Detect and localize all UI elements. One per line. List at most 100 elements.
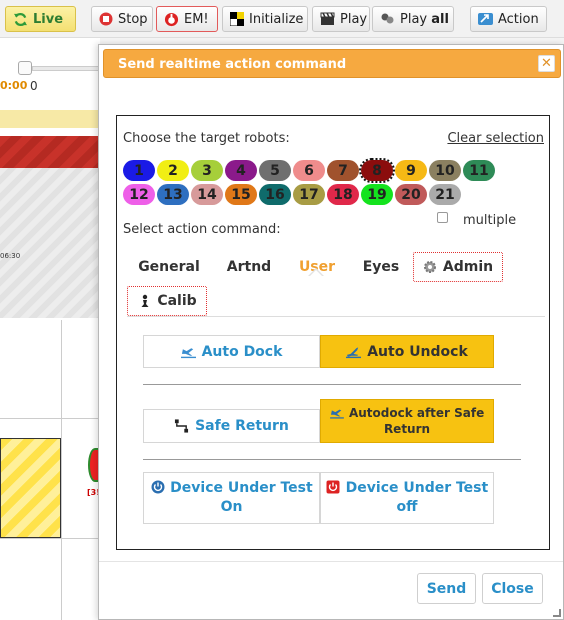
gear-icon [423, 260, 438, 275]
device-under-test-off-button[interactable]: Device Under Test off [320, 472, 494, 524]
robot-chip-16[interactable]: 16 [259, 184, 291, 205]
slider-track[interactable] [32, 66, 100, 71]
grid-line [0, 418, 100, 419]
airplane-takeoff-icon [346, 344, 362, 359]
robot-chip-2[interactable]: 2 [157, 160, 189, 181]
robot-chip-18[interactable]: 18 [327, 184, 359, 205]
multiple-checkbox[interactable] [437, 212, 448, 223]
autodock-after-safe-return-label: Autodock after Safe Return [321, 405, 493, 437]
tab-user[interactable]: User [289, 252, 345, 282]
robot-chip-5[interactable]: 5 [259, 160, 291, 181]
grid-line [61, 320, 62, 620]
top-toolbar: Live Stop EM! Initialize Play Play all A… [0, 0, 564, 38]
robot-chip-4[interactable]: 4 [225, 160, 257, 181]
dialog-title: Send realtime action command [118, 57, 347, 72]
robot-chip-15[interactable]: 15 [225, 184, 257, 205]
close-label: Close [491, 580, 534, 597]
robot-chip-17[interactable]: 17 [293, 184, 325, 205]
airplane-landing-icon [330, 405, 345, 420]
send-button[interactable]: Send [417, 573, 476, 604]
footer-divider [99, 561, 563, 562]
airplane-landing-icon [180, 344, 196, 359]
device-under-test-off-label: Device Under Test off [326, 479, 488, 517]
robot-chip-13[interactable]: 13 [157, 184, 189, 205]
select-command-label: Select action command: [123, 222, 281, 237]
play-button[interactable]: Play [312, 6, 370, 32]
robot-chip-3[interactable]: 3 [191, 160, 223, 181]
counter-readout: 0 [30, 79, 38, 93]
robot-chip-10[interactable]: 10 [429, 160, 461, 181]
tab-artnd[interactable]: Artnd [217, 252, 281, 282]
tab-eyes[interactable]: Eyes [353, 252, 409, 282]
slider-handle[interactable] [18, 61, 32, 75]
path-return-icon [174, 419, 189, 434]
robot-chip-20[interactable]: 20 [395, 184, 427, 205]
tab-general-label: General [138, 259, 200, 275]
section-divider [143, 384, 521, 385]
em-label: EM! [184, 11, 209, 27]
robot-chip-19[interactable]: 19 [361, 184, 393, 205]
close-icon[interactable]: ✕ [538, 55, 555, 72]
chess-pawn-icon [137, 294, 152, 309]
close-button[interactable]: Close [482, 573, 543, 604]
section-divider [143, 459, 521, 460]
active-tab-indicator [310, 270, 322, 276]
initialize-button[interactable]: Initialize [222, 6, 308, 32]
device-under-test-on-button[interactable]: Device Under Test On [143, 472, 320, 524]
robot-chip-6[interactable]: 6 [293, 160, 325, 181]
action-button[interactable]: Action [470, 6, 547, 32]
time-readout: 0:00 [0, 79, 28, 92]
send-action-icon [478, 12, 493, 27]
clapperboard-icon [320, 12, 335, 27]
emergency-button[interactable]: EM! [156, 6, 218, 32]
stop-icon [99, 12, 113, 27]
tab-general[interactable]: General [133, 252, 205, 282]
schedule-time: 06:30 [0, 252, 21, 260]
safe-return-button[interactable]: Safe Return [143, 409, 320, 443]
robot-chip-21[interactable]: 21 [429, 184, 461, 205]
play-label: Play [340, 11, 368, 27]
send-action-dialog: Send realtime action command ✕ Choose th… [98, 44, 564, 620]
grid-line [0, 538, 100, 539]
initialize-label: Initialize [249, 11, 304, 27]
play-all-button[interactable]: Play all [372, 6, 454, 32]
clear-selection-link[interactable]: Clear selection [447, 131, 544, 146]
multiple-label: multiple [463, 213, 517, 228]
auto-undock-label: Auto Undock [367, 343, 468, 360]
robot-chip-11[interactable]: 11 [463, 160, 495, 181]
tab-admin[interactable]: Admin [413, 252, 503, 282]
robot-chip-7[interactable]: 7 [327, 160, 359, 181]
robot-chip-14[interactable]: 14 [191, 184, 223, 205]
command-panel: Choose the target robots: Clear selectio… [116, 115, 550, 550]
tab-artnd-label: Artnd [226, 259, 272, 275]
auto-dock-button[interactable]: Auto Dock [143, 335, 320, 368]
robot-chip-8[interactable]: 8 [359, 158, 395, 183]
timeline-slider[interactable]: 0:00 0 [0, 46, 100, 96]
resize-handle[interactable] [553, 609, 561, 617]
zone-cell[interactable] [0, 438, 61, 538]
checkered-flag-icon [230, 12, 244, 27]
dialog-header: Send realtime action command ✕ [103, 49, 561, 78]
timeline-band [0, 110, 100, 128]
send-label: Send [426, 580, 467, 597]
tab-divider [127, 316, 545, 317]
live-button[interactable]: Live [5, 6, 76, 32]
autodock-after-safe-return-button[interactable]: Autodock after Safe Return [320, 399, 494, 443]
schedule-area [0, 168, 100, 318]
power-on-icon [150, 480, 165, 495]
robot-chip-12[interactable]: 12 [123, 184, 155, 205]
auto-undock-button[interactable]: Auto Undock [320, 335, 494, 368]
power-off-icon [326, 480, 341, 495]
tab-calib[interactable]: Calib [127, 286, 207, 316]
stop-label: Stop [118, 11, 148, 27]
tab-calib-label: Calib [157, 293, 197, 309]
tab-eyes-label: Eyes [362, 259, 400, 275]
refresh-icon [13, 12, 28, 27]
robot-chip-1[interactable]: 1 [123, 160, 155, 181]
play-all-label: Play all [400, 11, 449, 27]
live-label: Live [33, 11, 64, 27]
stop-button[interactable]: Stop [91, 6, 153, 32]
device-under-test-on-label: Device Under Test On [150, 479, 313, 517]
robot-chip-9[interactable]: 9 [395, 160, 427, 181]
tab-admin-label: Admin [442, 259, 494, 275]
